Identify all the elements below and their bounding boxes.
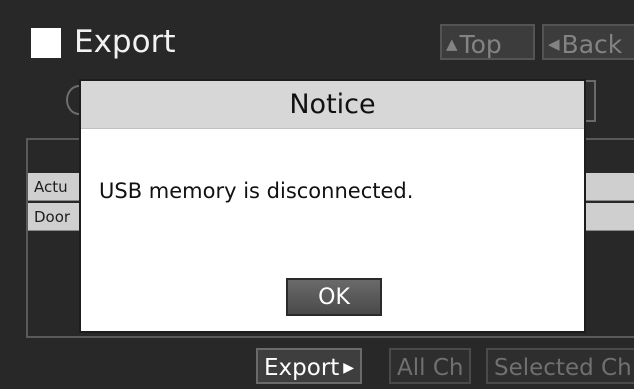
top-button[interactable]: ▲Top: [440, 24, 535, 60]
notice-dialog: Notice USB memory is disconnected. OK: [79, 79, 586, 333]
arrow-up-icon: ▲: [446, 35, 458, 53]
ok-button[interactable]: OK: [286, 278, 382, 316]
selected-ch-button[interactable]: Selected Ch: [486, 348, 634, 384]
all-ch-button[interactable]: All Ch: [389, 348, 472, 384]
back-button[interactable]: ◀Back: [542, 24, 634, 60]
arrow-right-icon: ▶: [343, 360, 355, 376]
export-button-label: Export: [264, 355, 340, 381]
dialog-message: USB memory is disconnected.: [99, 179, 414, 203]
dialog-title: Notice: [81, 81, 584, 129]
top-button-label: Top: [459, 30, 502, 59]
arrow-left-icon: ◀: [548, 35, 560, 53]
export-button[interactable]: Export ▶: [256, 348, 363, 384]
back-button-label: Back: [561, 30, 623, 59]
page-title: Export: [74, 24, 176, 60]
square-icon: [31, 28, 61, 58]
